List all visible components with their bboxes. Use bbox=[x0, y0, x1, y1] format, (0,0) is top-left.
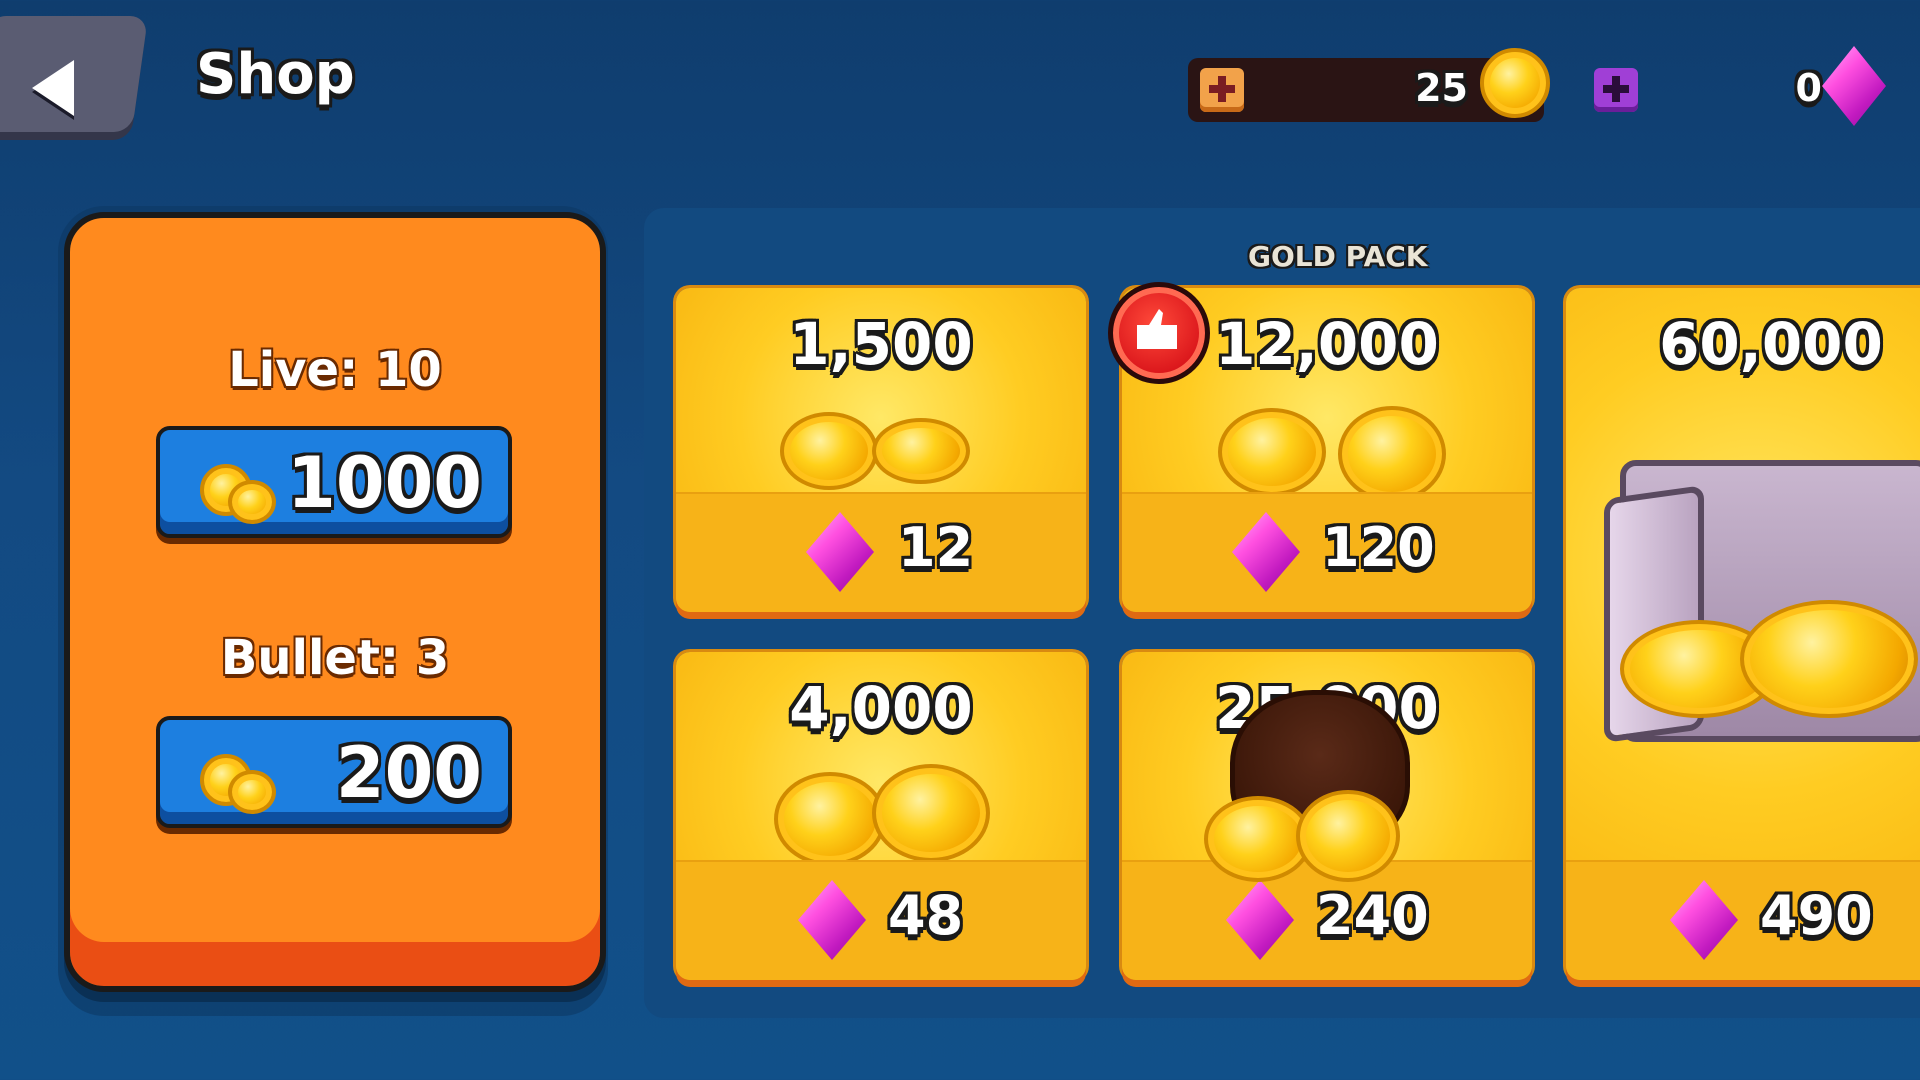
thumbs-up-icon bbox=[1137, 309, 1177, 349]
coin-pile-icon bbox=[1296, 790, 1400, 882]
add-gold-button[interactable] bbox=[1200, 68, 1244, 112]
back-button[interactable] bbox=[0, 16, 149, 132]
page-title: Shop bbox=[196, 42, 355, 107]
gold-count: 25 bbox=[1415, 66, 1468, 110]
pack-gem-price: 490 bbox=[1760, 884, 1873, 947]
gem-count: 0 bbox=[1795, 66, 1822, 110]
price-strip: 490 bbox=[1566, 860, 1920, 980]
price-strip: 48 bbox=[676, 860, 1086, 980]
gem-icon bbox=[1232, 512, 1300, 592]
pack-amount: 1,500 bbox=[789, 310, 973, 378]
gem-icon bbox=[1226, 880, 1294, 960]
coin-pile-medium-icon bbox=[1218, 408, 1326, 496]
pack-gem-price: 120 bbox=[1322, 516, 1435, 579]
back-arrow-icon bbox=[32, 60, 75, 116]
upgrade-panel: Live: 10 1000 Bullet: 3 200 bbox=[64, 212, 606, 992]
coin-pile-icon bbox=[774, 772, 886, 866]
pink-gem-icon bbox=[1822, 46, 1886, 126]
buy-lives-button[interactable]: 1000 bbox=[156, 426, 512, 538]
gold-coin-icon bbox=[1480, 48, 1550, 118]
bullets-label: Bullet: 3 bbox=[220, 630, 450, 686]
pack-gem-price: 48 bbox=[888, 884, 964, 947]
lives-label: Live: 10 bbox=[228, 342, 442, 398]
recommended-badge bbox=[1108, 282, 1210, 384]
coin-pile-small-icon bbox=[872, 418, 970, 484]
price-strip: 12 bbox=[676, 492, 1086, 612]
pack-gem-price: 240 bbox=[1316, 884, 1429, 947]
gold-currency-bar: 25 bbox=[1188, 48, 1550, 122]
gem-icon bbox=[798, 880, 866, 960]
gold-coins-icon bbox=[228, 770, 276, 814]
coin-heap bbox=[1740, 600, 1918, 718]
pack-amount: 60,000 bbox=[1659, 310, 1883, 378]
price-strip: 120 bbox=[1122, 492, 1532, 612]
gem-icon bbox=[806, 512, 874, 592]
coin-pile-small-icon bbox=[780, 412, 878, 490]
pack-gem-price: 12 bbox=[898, 516, 974, 579]
gold-pack-card-4000[interactable]: 4,000 48 bbox=[676, 652, 1086, 980]
gold-pack-card-1500[interactable]: 1,500 12 bbox=[676, 288, 1086, 612]
add-gem-button[interactable] bbox=[1594, 68, 1638, 112]
gold-coins-icon bbox=[228, 480, 276, 524]
bullets-price: 200 bbox=[335, 732, 482, 814]
coin-pile-medium-icon bbox=[1338, 406, 1446, 502]
coin-pile-icon bbox=[872, 764, 990, 862]
pack-amount: 4,000 bbox=[789, 674, 973, 742]
gold-pack-heading: GOLD PACK bbox=[1248, 240, 1428, 273]
lives-price: 1000 bbox=[287, 442, 482, 524]
buy-bullets-button[interactable]: 200 bbox=[156, 716, 512, 828]
gem-icon bbox=[1670, 880, 1738, 960]
